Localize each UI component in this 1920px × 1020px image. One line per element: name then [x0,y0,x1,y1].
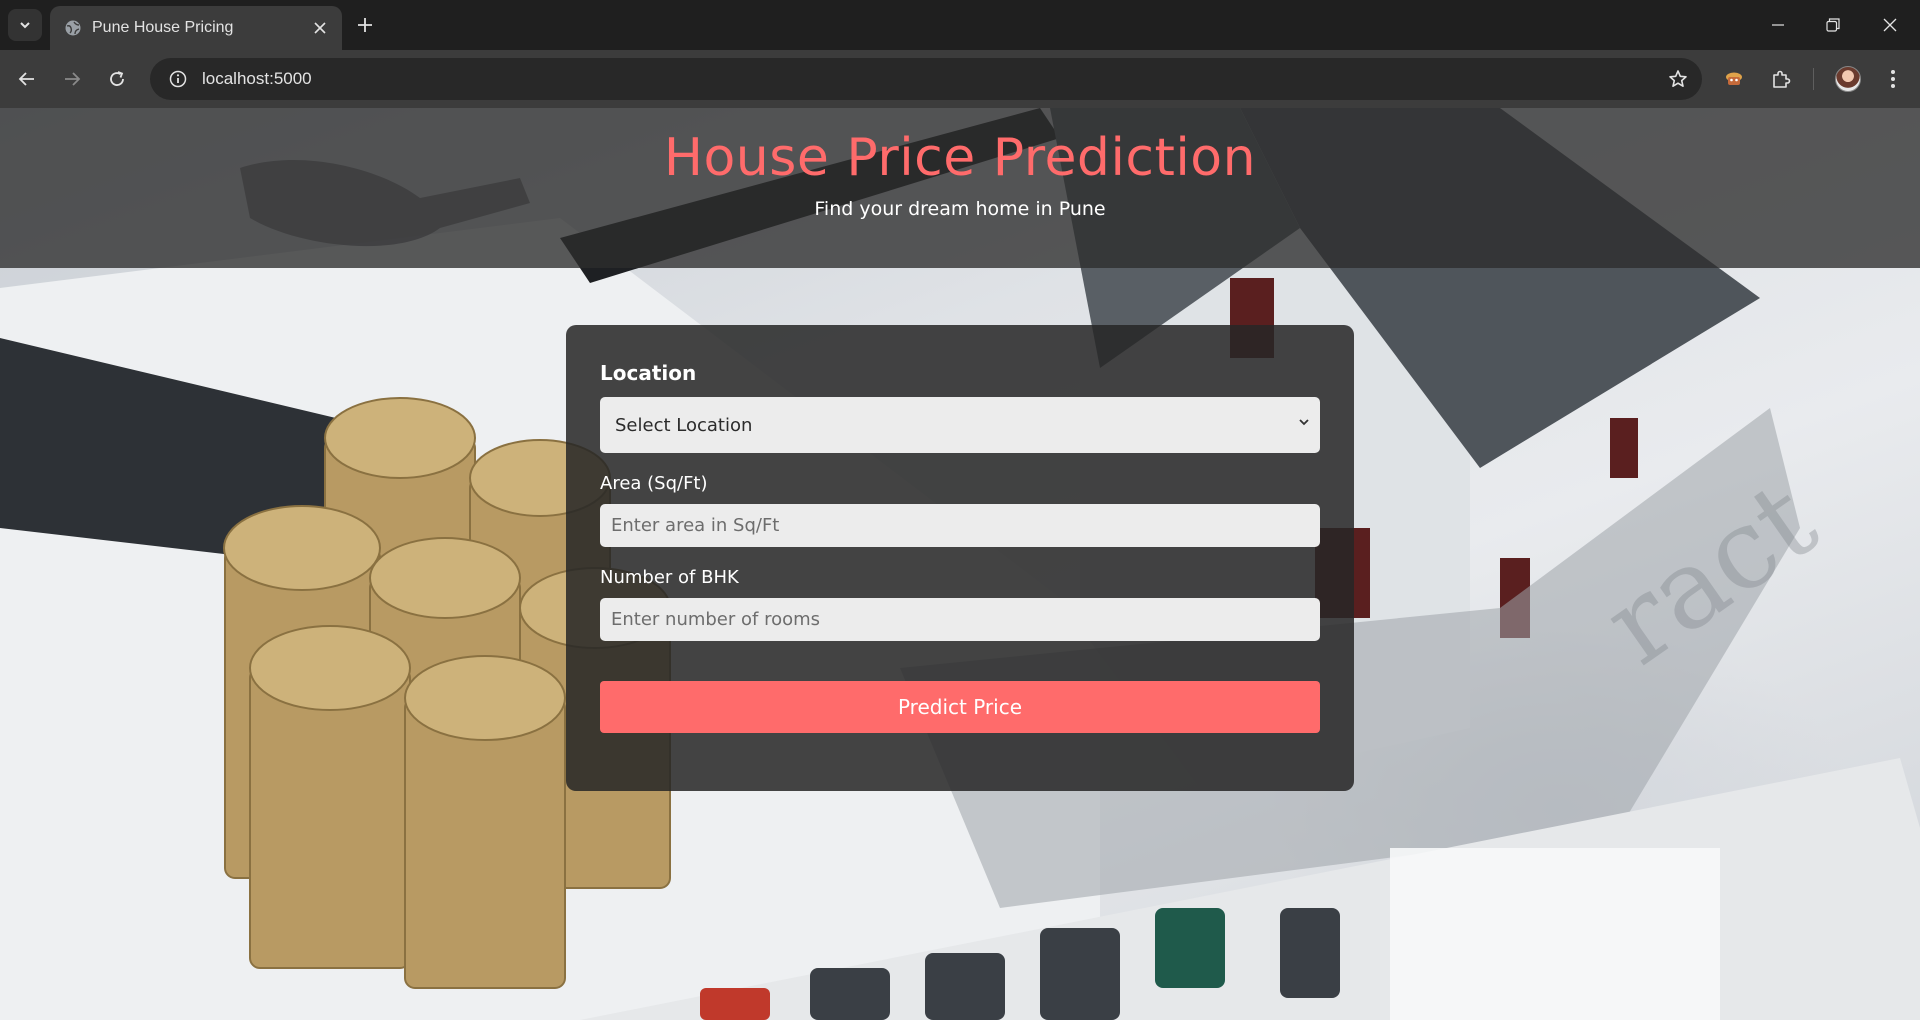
tab-search-button[interactable] [8,9,42,41]
globe-icon [64,19,82,37]
location-label: Location [600,361,697,385]
tab-title: Pune House Pricing [92,19,234,36]
page-viewport: ract House Price Prediction Find your dr… [0,108,1920,1020]
browser-toolbar: localhost:5000 [0,50,1920,108]
plus-icon [358,18,372,32]
arrow-left-icon [18,72,34,86]
extension-button[interactable] [1718,63,1750,95]
minimize-button[interactable] [1763,10,1793,40]
reload-icon [110,71,124,86]
close-window-icon [1883,18,1897,32]
back-button[interactable] [11,63,43,95]
area-input[interactable]: Enter area in Sq/Ft [600,504,1320,547]
profile-avatar[interactable] [1835,66,1861,92]
location-select[interactable]: Select Location [600,397,1320,453]
chevron-down-icon [1298,416,1310,428]
location-select-value: Select Location [615,414,753,436]
toolbar-divider [1813,68,1814,90]
close-icon[interactable] [310,18,330,38]
arrow-right-icon [65,72,81,86]
tab-strip: Pune House Pricing [0,0,1920,50]
chevron-down-icon [20,22,30,29]
restore-icon [1826,18,1840,32]
url-text: localhost:5000 [202,69,312,88]
reload-button[interactable] [101,63,133,95]
area-placeholder: Enter area in Sq/Ft [611,515,780,536]
extensions-button[interactable] [1765,63,1797,95]
restore-button[interactable] [1818,10,1848,40]
bhk-label: Number of BHK [600,567,739,588]
bhk-input[interactable]: Enter number of rooms [600,598,1320,641]
area-label: Area (Sq/Ft) [600,473,708,494]
page-subtitle: Find your dream home in Pune [814,198,1106,220]
bhk-placeholder: Enter number of rooms [611,609,821,630]
info-icon[interactable] [164,65,192,93]
prediction-form: Location Select Location Area (Sq/Ft) En… [566,325,1354,791]
predict-price-button[interactable]: Predict Price [600,681,1320,733]
hero-banner: House Price Prediction Find your dream h… [0,108,1920,268]
menu-button[interactable] [1877,63,1909,95]
address-bar[interactable]: localhost:5000 [150,58,1702,100]
extension-avatar-icon [1726,72,1742,85]
kebab-menu-icon [1891,70,1895,88]
close-window-button[interactable] [1875,10,1905,40]
page-title: House Price Prediction [663,128,1257,188]
new-tab-button[interactable] [352,12,378,38]
puzzle-icon [1773,70,1791,88]
active-tab[interactable]: Pune House Pricing [50,6,342,50]
minimize-icon [1772,24,1784,26]
star-icon[interactable] [1664,65,1692,93]
forward-button[interactable] [56,63,88,95]
